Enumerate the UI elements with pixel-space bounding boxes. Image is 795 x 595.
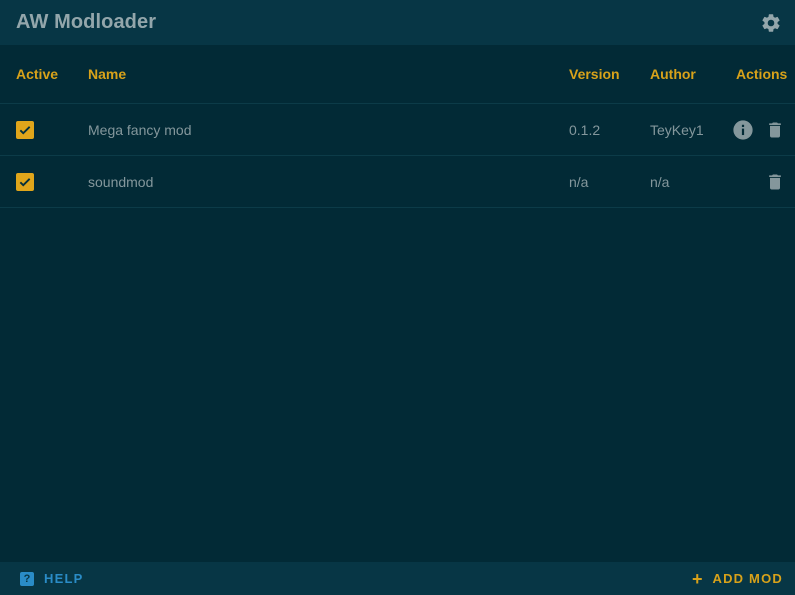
- plus-icon: +: [691, 568, 703, 589]
- help-button[interactable]: ? HELP: [20, 571, 83, 586]
- mod-author: TeyKey1: [650, 121, 704, 138]
- active-checkbox[interactable]: [16, 120, 34, 139]
- table-row: Mega fancy mod 0.1.2 TeyKey1: [0, 104, 795, 156]
- app-footer: ? HELP + ADD MOD: [0, 562, 795, 595]
- info-button[interactable]: [732, 119, 754, 141]
- delete-button[interactable]: [764, 171, 786, 193]
- settings-button[interactable]: [759, 11, 783, 35]
- column-header-author[interactable]: Author: [650, 45, 696, 103]
- help-icon: ?: [20, 571, 34, 586]
- checkmark-icon: [19, 177, 31, 187]
- help-label: HELP: [44, 571, 84, 586]
- app-title: AW Modloader: [16, 11, 157, 33]
- trash-icon: [769, 174, 781, 190]
- table-row: soundmod n/a n/a: [0, 156, 795, 208]
- trash-icon: [769, 122, 781, 138]
- mod-name: soundmod: [88, 173, 154, 190]
- add-mod-label: ADD MOD: [712, 571, 783, 586]
- column-header-version[interactable]: Version: [569, 45, 620, 103]
- mods-table: Active Name Version Author Actions Mega …: [0, 45, 795, 208]
- mod-author: n/a: [650, 173, 670, 190]
- column-header-actions: Actions: [736, 66, 788, 82]
- add-mod-button[interactable]: + ADD MOD: [692, 570, 783, 588]
- app-window: AW Modloader Active Name Version Author …: [0, 0, 795, 595]
- gear-icon: [762, 13, 780, 32]
- table-header-row: Active Name Version Author Actions: [0, 45, 795, 104]
- checkmark-icon: [19, 125, 31, 135]
- info-icon: [733, 120, 753, 140]
- column-header-active[interactable]: Active: [16, 45, 58, 103]
- delete-button[interactable]: [764, 119, 786, 141]
- mod-version: 0.1.2: [569, 121, 601, 138]
- column-header-name[interactable]: Name: [88, 45, 126, 103]
- mod-version: n/a: [569, 173, 589, 190]
- app-header: AW Modloader: [0, 0, 795, 45]
- active-checkbox[interactable]: [16, 172, 34, 191]
- mod-name: Mega fancy mod: [88, 121, 192, 138]
